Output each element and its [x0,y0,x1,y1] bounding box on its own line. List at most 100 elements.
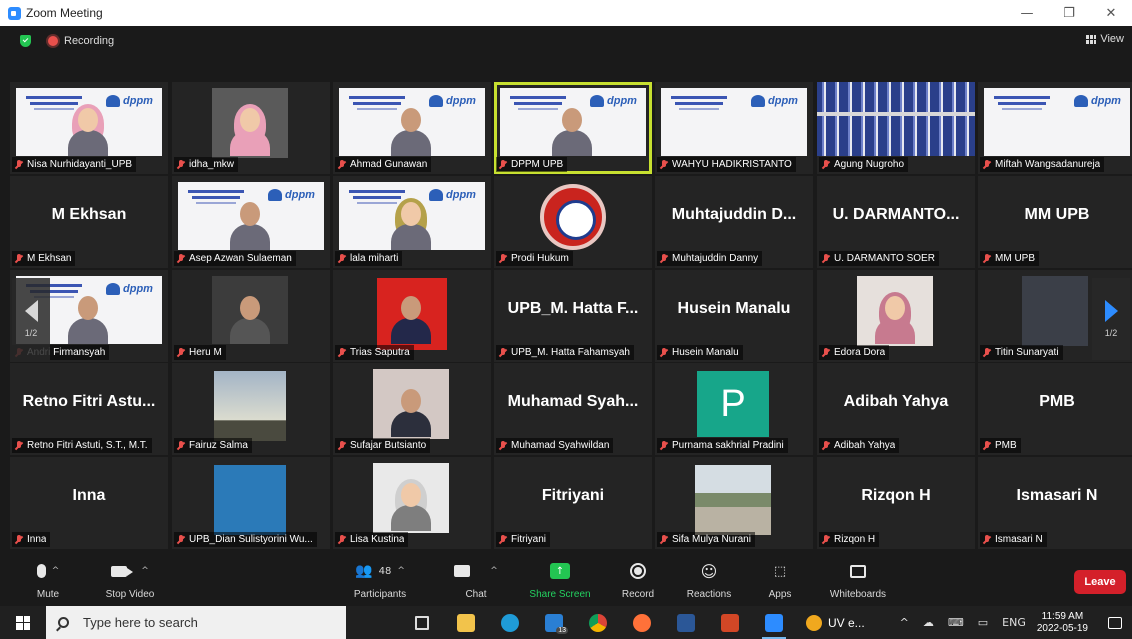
uv-weather-button[interactable]: UV e... [806,614,870,631]
participant-tile[interactable]: Adibah Yahya Adibah Yahya [817,363,975,455]
close-button[interactable]: ✕ [1090,0,1132,26]
participant-tile[interactable]: Retno Fitri Astu... Retno Fitri Astuti, S… [10,363,168,455]
apps-button[interactable]: ⬚ Apps [738,560,822,601]
chrome-button[interactable] [576,606,620,639]
participant-name-label: Sufajar Butsianto [335,438,431,453]
language-indicator[interactable]: ENG [1002,616,1026,629]
participant-name: Rizqon H [834,534,876,545]
chevron-up-icon[interactable]: ^ [900,616,909,629]
view-button[interactable]: View [1086,33,1124,45]
participant-tile[interactable]: dppm lala miharti [333,176,491,268]
clock[interactable]: 11:59 AM 2022-05-19 [1037,611,1088,635]
stop-video-button[interactable]: ^ Stop Video [88,560,172,600]
participant-tile[interactable]: dppm Ahmad Gunawan [333,82,491,174]
participant-person [230,296,270,344]
participant-tile[interactable]: Trias Saputra [333,270,491,362]
edge-button[interactable] [488,606,532,639]
participant-tile[interactable]: PMB PMB [978,363,1132,455]
participant-tile[interactable]: UPB_Dian Sulistyorini Wu... [172,457,330,549]
participant-tile[interactable]: Muhtajuddin D... Muhtajuddin Danny [655,176,813,268]
minimize-button[interactable]: — [1006,0,1048,26]
smiley-icon: ☺ [700,561,718,581]
participant-name: UPB_M. Hatta Fahamsyah [511,347,630,358]
participant-tile[interactable]: Lisa Kustina [333,457,491,549]
participant-tile[interactable]: Heru M [172,270,330,362]
participant-tile[interactable]: dppm Miftah Wangsadanureja [978,82,1132,174]
participant-tile[interactable]: Sifa Mulya Nurani [655,457,813,549]
whiteboards-button[interactable]: Whiteboards [816,560,900,600]
participant-display-name: Ismasari N [1016,487,1098,504]
participant-tile[interactable]: Ismasari N Ismasari N [978,457,1132,549]
taskbar-search-box[interactable]: Type here to search [46,606,346,639]
participant-tile[interactable]: M Ekhsan M Ekhsan [10,176,168,268]
participant-name-label: Sifa Mulya Nurani [657,532,755,547]
participant-tile[interactable]: Rizqon H Rizqon H [817,457,975,549]
participant-name: Asep Azwan Sulaeman [189,253,292,264]
window-controls: — ❐ ✕ [1006,0,1132,26]
participant-name: Miftah Wangsadanureja [995,159,1101,170]
participant-tile[interactable]: Husein Manalu Husein Manalu [655,270,813,362]
mute-button[interactable]: ^ Mute [6,560,90,600]
muted-microphone-icon [177,253,185,264]
previous-page-button[interactable]: 1/2 [12,278,50,360]
mail-button[interactable]: 13 [532,606,576,639]
maximize-button[interactable]: ❐ [1048,0,1090,26]
participant-tile[interactable]: Fairuz Salma [172,363,330,455]
zoom-taskbar-button[interactable] [752,606,796,639]
share-screen-button[interactable]: ↑ Share Screen [518,560,602,600]
next-page-button[interactable]: 1/2 [1092,278,1130,360]
participant-tile[interactable]: Inna Inna [10,457,168,549]
muted-microphone-icon [822,440,830,451]
leave-button[interactable]: Leave [1074,570,1126,594]
participant-name-label: Rizqon H [819,532,880,547]
start-button[interactable] [0,606,46,639]
participant-tile[interactable]: Fitriyani Fitriyani [494,457,652,549]
keyboard-icon[interactable]: ⌨ [948,616,964,629]
chat-button[interactable]: ^ Chat [434,560,518,600]
participant-tile[interactable]: dppm WAHYU HADIKRISTANTO [655,82,813,174]
chevron-right-icon [1104,300,1118,322]
participant-tile[interactable]: Edora Dora [817,270,975,362]
participant-tile[interactable]: Muhamad Syah... Muhamad Syahwildan [494,363,652,455]
video-camera-icon [111,565,134,577]
dppm-logo-icon: dppm [106,94,156,108]
powerpoint-button[interactable] [708,606,752,639]
participant-tile[interactable]: U. DARMANTO... U. DARMANTO SOER [817,176,975,268]
participant-name-label: Adibah Yahya [819,438,900,453]
chevron-up-icon[interactable]: ^ [397,566,405,576]
participant-tile[interactable]: P Purnama sakhrial Pradini [655,363,813,455]
firefox-button[interactable] [620,606,664,639]
network-icon[interactable]: ▭ [978,616,988,629]
task-view-button[interactable] [400,606,444,639]
participant-tile[interactable]: dppm Asep Azwan Sulaeman [172,176,330,268]
participant-name: Husein Manalu [672,347,739,358]
muted-microphone-icon [983,253,991,264]
participant-name-label: Ismasari N [980,532,1047,547]
participant-tile[interactable]: MM UPB MM UPB [978,176,1132,268]
notifications-button[interactable] [1098,606,1132,639]
muted-microphone-icon [177,534,185,545]
participant-name: Inna [27,534,47,545]
participant-tile[interactable]: UPB_M. Hatta F... UPB_M. Hatta Fahamsyah [494,270,652,362]
participant-name: Sufajar Butsianto [350,440,427,451]
participants-icon: 👥 [355,563,373,579]
participant-tile[interactable]: Sufajar Butsianto [333,363,491,455]
view-label: View [1100,33,1124,45]
word-button[interactable] [664,606,708,639]
participant-tile[interactable]: dppm Nisa Nurhidayanti_UPB [10,82,168,174]
chevron-up-icon[interactable]: ^ [52,566,60,576]
participant-name: Titin Sunaryati [995,347,1059,358]
participant-tile[interactable]: idha_mkw [172,82,330,174]
onedrive-icon[interactable]: ☁ [923,616,934,629]
participant-tile[interactable]: dppm DPPM UPB [494,82,652,174]
chevron-up-icon[interactable]: ^ [490,566,498,576]
security-shield-icon[interactable] [20,35,31,47]
file-explorer-button[interactable] [444,606,488,639]
participant-name: Heru M [189,347,222,358]
participants-button[interactable]: 👥 48 ^ Participants [338,560,422,600]
participant-tile[interactable]: Agung Nugroho [817,82,975,174]
participants-label: Participants [353,589,407,600]
participant-video [817,82,975,156]
participant-tile[interactable]: Prodi Hukum [494,176,652,268]
chevron-up-icon[interactable]: ^ [141,566,149,576]
